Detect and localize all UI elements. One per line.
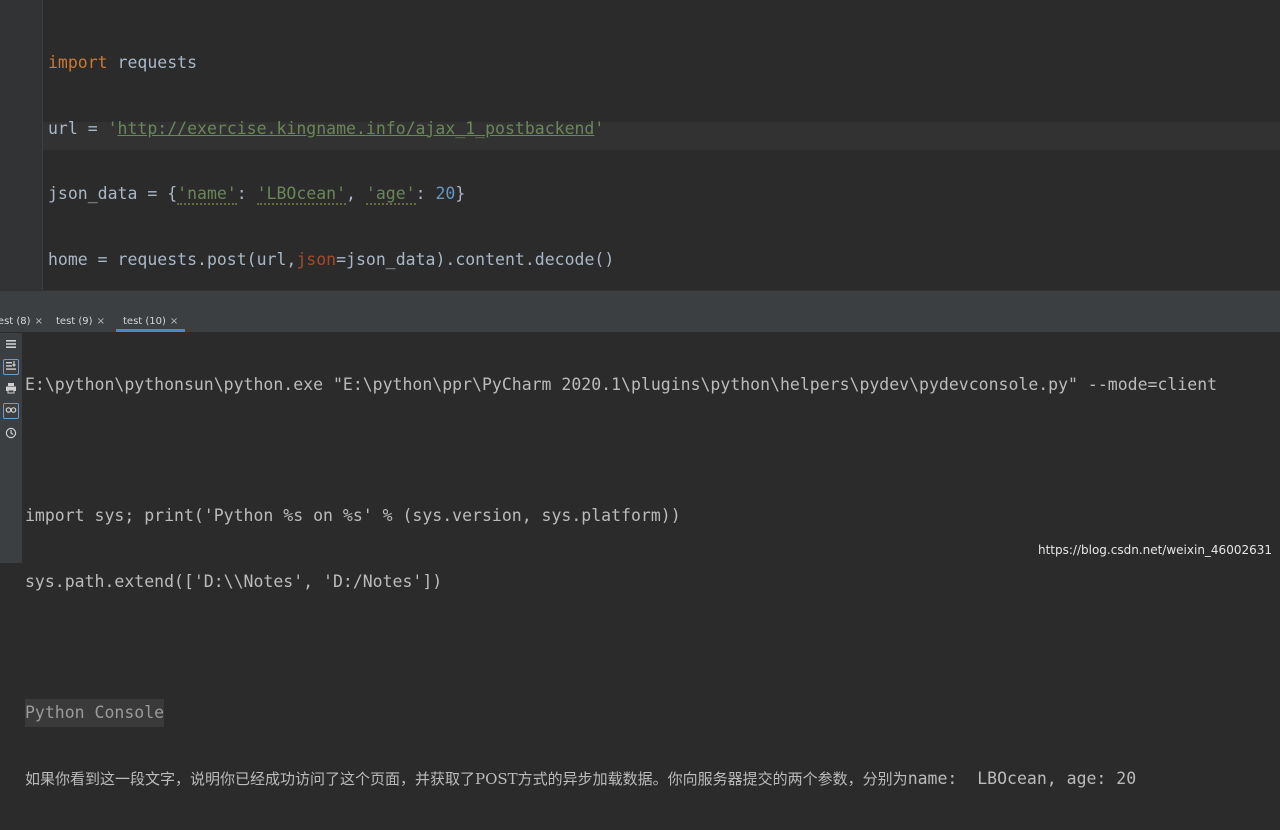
number-age: 20 bbox=[435, 184, 456, 204]
tab-test-10[interactable]: test (10) × bbox=[116, 312, 186, 332]
console-header: Python Console bbox=[25, 698, 165, 727]
console-result-line: 如果你看到这一段文字，说明你已经成功访问了这个页面，并获取了POST方式的异步加… bbox=[25, 765, 1217, 793]
console-tab-bar: test (8)× test (9)× test (10)× bbox=[0, 312, 1280, 333]
string-name-key: 'name' bbox=[177, 184, 237, 206]
code-line-1: import requests bbox=[48, 49, 614, 77]
console-result-text: 如果你看到这一段文字，说明你已经成功访问了这个页面，并获取了POST方式的异步加… bbox=[25, 769, 908, 788]
code-line-2: url = 'http://exercise.kingname.info/aja… bbox=[48, 118, 605, 138]
console-run-command: E:\python\pythonsun\python.exe "E:\pytho… bbox=[25, 375, 1218, 394]
panel-splitter[interactable] bbox=[0, 290, 1280, 313]
view-variables-icon[interactable] bbox=[3, 403, 19, 419]
python-console[interactable]: E:\python\pythonsun\python.exe "E:\pytho… bbox=[0, 333, 1280, 788]
string-name-value: 'LBOcean' bbox=[256, 184, 347, 206]
code-line-4: home = requests.post(url,json=json_data)… bbox=[48, 249, 615, 269]
console-header-line: Python Console bbox=[25, 698, 1217, 727]
console-import-line: import sys; print('Python %s on %s' % (s… bbox=[25, 506, 681, 526]
close-icon[interactable]: × bbox=[97, 316, 105, 327]
menu-icon[interactable] bbox=[3, 338, 19, 354]
code-line-3: json_data = {'name': 'LBOcean', 'age': 2… bbox=[48, 184, 466, 206]
module-name: requests bbox=[107, 53, 198, 72]
console-path-line: sys.path.extend(['D:\\Notes', 'D:/Notes'… bbox=[25, 571, 443, 591]
watermark-text: https://blog.csdn.net/weixin_46002631 bbox=[1037, 543, 1272, 557]
editor-gutter bbox=[0, 0, 43, 290]
close-icon[interactable]: × bbox=[35, 316, 43, 327]
tab-test-9[interactable]: test (9) × bbox=[56, 312, 105, 332]
tab-test-8[interactable]: test (8)× bbox=[0, 312, 43, 332]
console-output[interactable]: E:\python\pythonsun\python.exe "E:\pytho… bbox=[25, 333, 1217, 830]
url-link[interactable]: http://exercise.kingname.info/ajax_1_pos… bbox=[118, 119, 595, 138]
close-icon[interactable]: × bbox=[170, 316, 178, 327]
url-assign: url = bbox=[48, 118, 108, 138]
print-icon[interactable] bbox=[3, 382, 19, 398]
string-age-key: 'age' bbox=[365, 184, 416, 206]
param-json: json bbox=[296, 249, 337, 269]
code-editor[interactable]: import requests url = 'http://exercise.k… bbox=[0, 0, 1280, 336]
scroll-to-end-icon[interactable] bbox=[3, 359, 19, 375]
keyword-import: import bbox=[48, 53, 108, 72]
console-result-values: name: LBOcean, age: 20 bbox=[907, 768, 1137, 788]
console-toolstrip bbox=[0, 333, 22, 563]
history-icon[interactable] bbox=[3, 427, 19, 443]
